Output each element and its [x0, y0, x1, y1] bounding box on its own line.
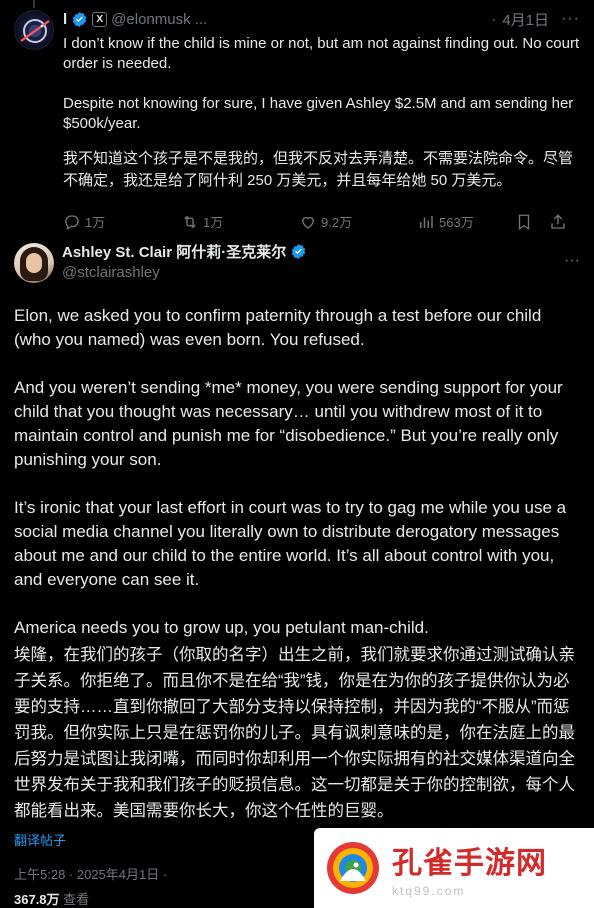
tweet-paragraph: Elon, we asked you to confirm paternity …	[14, 306, 542, 349]
tweet-page: l X @elonmusk ... · 4月1日 ··· I don’t kno…	[0, 0, 594, 908]
share-icon	[551, 213, 565, 229]
reply-translation: 我不知道这个孩子是不是我的，但我不反对去弄清楚。不需要法院命令。尽管不确定，我还…	[63, 150, 574, 189]
retweet-button[interactable]: 1万	[181, 212, 299, 231]
post-date[interactable]: 4月1日	[502, 9, 549, 30]
author-name-row: Ashley St. Clair 阿什莉·圣克莱尔	[62, 241, 307, 262]
watermark-title: 孔雀手游网	[392, 846, 547, 881]
watermark-url: ktq99.com	[392, 884, 466, 898]
views-button[interactable]: 563万	[417, 212, 515, 231]
like-count: 9.2万	[321, 215, 353, 230]
elon-avatar[interactable]	[14, 10, 54, 50]
tweet-body: Elon, we asked you to confirm paternity …	[14, 304, 580, 640]
retweet-icon	[184, 215, 196, 228]
translate-post-link[interactable]: 翻译帖子	[14, 830, 66, 849]
like-button[interactable]: 9.2万	[299, 212, 417, 231]
views-count: 367.8万	[14, 892, 60, 907]
quoted-reply-tweet[interactable]: l X @elonmusk ... · 4月1日 ··· I don’t kno…	[0, 0, 594, 232]
reply-action-bar: 1万 1万 9.2万 563万	[63, 212, 580, 231]
tweet-paragraph: It’s ironic that your last effort in cou…	[14, 498, 567, 589]
avatar-face	[26, 253, 42, 273]
x-affiliation-badge: X	[92, 11, 108, 27]
ashley-avatar[interactable]	[14, 243, 54, 283]
views-count: 563万	[439, 215, 474, 230]
reply-paragraph: Despite not knowing for sure, I have giv…	[63, 95, 574, 132]
separator: ·	[491, 10, 497, 28]
more-options-icon[interactable]: ···	[564, 252, 580, 270]
tweet-paragraph: And you weren’t sending *me* money, you …	[14, 378, 563, 469]
author-name[interactable]: Ashley St. Clair 阿什莉·圣克莱尔	[62, 241, 286, 262]
peacock-logo-icon	[327, 842, 379, 894]
verified-badge-icon	[71, 11, 88, 28]
site-watermark: 孔雀手游网 ktq99.com	[314, 828, 594, 908]
author-row: Ashley St. Clair 阿什莉·圣克莱尔 @stclairashley…	[14, 232, 580, 290]
author-handle[interactable]: @elonmusk ...	[111, 11, 207, 28]
tweet-translation: 埃隆，在我们的孩子（你取的名字）出生之前，我们就要求你通过测试确认亲子关系。你拒…	[14, 646, 575, 820]
views-label: 查看	[63, 892, 90, 907]
main-tweet: Ashley St. Clair 阿什莉·圣克莱尔 @stclairashley…	[0, 232, 594, 908]
bookmark-icon	[518, 214, 530, 230]
more-options-icon[interactable]: ···	[561, 10, 580, 28]
author-handle[interactable]: @stclairashley	[62, 264, 307, 281]
analytics-icon	[420, 215, 433, 228]
verified-badge-icon	[290, 243, 307, 260]
reply-icon	[65, 214, 79, 230]
author-info: Ashley St. Clair 阿什莉·圣克莱尔 @stclairashley	[62, 241, 307, 281]
reply-button[interactable]: 1万	[63, 212, 181, 231]
share-button[interactable]	[549, 213, 579, 231]
reply-paragraph: I don’t know if the child is mine or not…	[63, 35, 580, 72]
tweet-paragraph: America needs you to grow up, you petula…	[14, 618, 429, 637]
thread-line	[33, 0, 35, 8]
bookmark-button[interactable]	[515, 213, 545, 231]
heart-icon	[302, 216, 314, 229]
reply-text: I don’t know if the child is mine or not…	[63, 34, 580, 134]
retweet-count: 1万	[203, 215, 224, 230]
reply-count: 1万	[85, 215, 106, 230]
reply-header: l X @elonmusk ... · 4月1日 ···	[63, 8, 580, 30]
author-name[interactable]: l	[63, 11, 67, 28]
galaxy-avatar-icon	[20, 19, 50, 43]
